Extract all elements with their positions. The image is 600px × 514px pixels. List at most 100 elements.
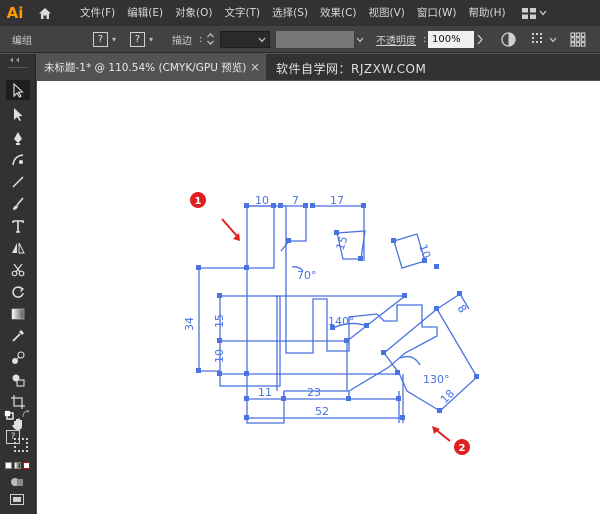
anchor-point[interactable] <box>334 230 339 235</box>
stroke-stepper-icon[interactable] <box>206 32 215 46</box>
anchor-point[interactable] <box>286 238 291 243</box>
stroke-label: 描边 <box>172 35 192 47</box>
anchor-point[interactable] <box>381 350 386 355</box>
chevron-down-icon <box>549 37 557 43</box>
shape-builder-tool[interactable] <box>6 370 30 390</box>
anchor-point[interactable] <box>244 265 249 270</box>
default-colors-icon[interactable] <box>4 410 14 420</box>
opacity-label[interactable]: 不透明度 <box>376 32 416 47</box>
recolor-artwork-icon[interactable] <box>501 32 516 47</box>
menu-view[interactable]: 视图(V) <box>363 0 411 26</box>
menu-effect[interactable]: 效果(C) <box>314 0 363 26</box>
anchor-point[interactable] <box>400 415 405 420</box>
anchor-point[interactable] <box>217 293 222 298</box>
pen-tool[interactable] <box>6 128 30 148</box>
anchor-point[interactable] <box>217 371 222 376</box>
drawing-mode-icon[interactable] <box>10 476 24 488</box>
control-bar: 编组 ? ▾ ? ▾ 描边 : 不透明度 : 100% <box>0 26 600 53</box>
anchor-point[interactable] <box>434 306 439 311</box>
rotate-tool[interactable] <box>6 282 30 302</box>
screen-mode-icon[interactable] <box>10 494 24 505</box>
menu-object[interactable]: 对象(O) <box>169 0 218 26</box>
transform-reference-icon[interactable] <box>570 32 586 47</box>
anchor-point[interactable] <box>396 396 401 401</box>
gradient-mode-icon[interactable] <box>14 462 21 469</box>
anchor-point[interactable] <box>271 203 276 208</box>
dim-label: 17 <box>330 194 344 207</box>
anchor-point[interactable] <box>278 203 283 208</box>
dimension-labels: 10 7 17 15 10 70° 34 15 140° 10 11 23 52… <box>183 194 469 418</box>
color-mode-icon[interactable] <box>5 462 12 469</box>
menu-select[interactable]: 选择(S) <box>266 0 314 26</box>
dim-label: 130° <box>423 373 450 386</box>
align-grid-icon[interactable] <box>532 33 546 46</box>
marker-number: 1 <box>195 196 202 207</box>
selection-type-label: 编组 <box>12 35 32 47</box>
stroke-color-swatch[interactable] <box>14 438 28 452</box>
menu-help[interactable]: 帮助(H) <box>463 0 512 26</box>
anchor-point[interactable] <box>196 265 201 270</box>
paintbrush-tool[interactable] <box>6 194 30 214</box>
type-tool[interactable] <box>6 216 30 236</box>
scissors-tool[interactable] <box>6 260 30 280</box>
menu-type[interactable]: 文字(T) <box>219 0 267 26</box>
dim-label: 18 <box>438 387 457 406</box>
panel-collapse-icon[interactable] <box>8 57 30 63</box>
menu-list: 文件(F) 编辑(E) 对象(O) 文字(T) 选择(S) 效果(C) 视图(V… <box>74 0 512 26</box>
artboard-canvas[interactable]: 10 7 17 15 10 70° 34 15 140° 10 11 23 52… <box>37 81 600 514</box>
document-tab[interactable]: 未标题-1* @ 110.54% (CMYK/GPU 预览) × <box>36 54 266 80</box>
document-tab-bar: 未标题-1* @ 110.54% (CMYK/GPU 预览) × 软件自学网：R… <box>0 54 600 80</box>
opacity-input[interactable]: 100% <box>428 31 474 48</box>
variable-width-profile[interactable] <box>276 31 354 48</box>
eyedropper-tool[interactable] <box>6 326 30 346</box>
gradient-tool[interactable] <box>6 304 30 324</box>
close-icon[interactable]: × <box>250 60 260 74</box>
anchor-point[interactable] <box>244 396 249 401</box>
reflect-tool[interactable] <box>6 238 30 258</box>
anchor-point[interactable] <box>244 415 249 420</box>
anchor-point[interactable] <box>281 396 286 401</box>
anchor-point[interactable] <box>364 323 369 328</box>
dim-label: 8 <box>455 302 470 315</box>
fill-dropdown-icon[interactable]: ▾ <box>112 35 116 44</box>
stroke-swatch[interactable]: ? <box>130 31 145 47</box>
chevron-right-icon[interactable] <box>476 34 484 45</box>
menu-window[interactable]: 窗口(W) <box>411 0 463 26</box>
anchor-point[interactable] <box>437 408 442 413</box>
inner-line <box>346 295 406 342</box>
anchor-point[interactable] <box>344 338 349 343</box>
selection-tool[interactable] <box>6 80 30 100</box>
menu-edit[interactable]: 编辑(E) <box>121 0 169 26</box>
stroke-dropdown-icon[interactable]: ▾ <box>149 35 153 44</box>
anchor-point[interactable] <box>310 203 315 208</box>
home-icon[interactable] <box>30 0 60 26</box>
dim-label: 70° <box>297 269 317 282</box>
anchor-point[interactable] <box>391 238 396 243</box>
line-tool[interactable] <box>6 172 30 192</box>
anchor-point[interactable] <box>395 370 400 375</box>
anchor-point[interactable] <box>434 264 439 269</box>
anchor-point[interactable] <box>217 338 222 343</box>
artboard-tool[interactable] <box>6 392 30 412</box>
anchor-point[interactable] <box>244 203 249 208</box>
curvature-tool[interactable] <box>6 150 30 170</box>
menu-file[interactable]: 文件(F) <box>74 0 121 26</box>
app-logo: Ai <box>6 4 24 22</box>
anchor-point[interactable] <box>457 291 462 296</box>
anchor-point[interactable] <box>402 293 407 298</box>
none-mode-icon[interactable] <box>23 462 30 469</box>
blend-tool[interactable] <box>6 348 30 368</box>
anchor-point[interactable] <box>346 396 351 401</box>
swap-arrow-icon[interactable] <box>22 410 31 419</box>
direct-selection-tool[interactable] <box>6 104 30 124</box>
dim-label: 15 <box>213 314 226 328</box>
anchor-point[interactable] <box>474 374 479 379</box>
fill-swatch[interactable]: ? <box>93 31 108 47</box>
anchor-point[interactable] <box>361 203 366 208</box>
anchor-point[interactable] <box>358 256 363 261</box>
workspace-switcher[interactable] <box>521 7 547 19</box>
document-tab-title: 未标题-1* @ 110.54% (CMYK/GPU 预览) <box>44 61 247 74</box>
anchor-point[interactable] <box>244 371 249 376</box>
anchor-point[interactable] <box>196 368 201 373</box>
anchor-point[interactable] <box>303 203 308 208</box>
